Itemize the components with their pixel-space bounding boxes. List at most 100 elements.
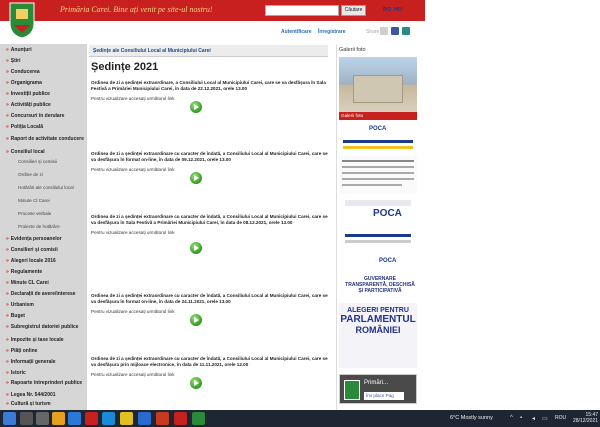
system-clock[interactable]: 15:47 28/12/2021 — [573, 412, 598, 424]
meeting-entry: Ordinea de zi a ședinței extraordinare c… — [91, 293, 328, 314]
chevron-right-icon: » — [6, 280, 9, 286]
open-link-button[interactable] — [190, 172, 202, 184]
sidebar-item-consiliul-local[interactable]: » Consiliul local — [6, 149, 45, 156]
tray-chevron-icon[interactable]: ^ — [510, 415, 513, 421]
sidebar-item-stiri[interactable]: » Știri — [6, 58, 21, 65]
subitem-proiecte[interactable]: Proiecte de hotărâre — [18, 224, 60, 229]
meeting-entry: Ordinea de zi a ședinței extraordinare, … — [91, 80, 328, 101]
battery-icon[interactable]: ▭ — [542, 415, 548, 422]
chevron-right-icon: » — [6, 136, 9, 142]
store-icon[interactable] — [68, 412, 81, 425]
powerpoint-icon[interactable] — [156, 412, 169, 425]
sidebar-item-consilieri[interactable]: » Consilieri și comisii — [6, 247, 58, 254]
meeting-entry: Ordinea de zi a ședinței extraordinare c… — [91, 151, 328, 172]
gallery-photo[interactable] — [339, 57, 417, 112]
sidebar-item-concursuri[interactable]: » Concursuri în derulare — [6, 113, 64, 120]
sidebar-item-urbanism[interactable]: » Urbanism — [6, 302, 34, 309]
page-title: Ședințe 2021 — [91, 61, 159, 73]
open-link-button[interactable] — [190, 377, 202, 389]
chrome-icon[interactable] — [120, 412, 133, 425]
subitem-procese-verbale[interactable]: Procese verbale — [18, 211, 51, 216]
fb-page-name[interactable]: Primări... — [364, 380, 388, 386]
acrobat-icon[interactable] — [174, 412, 187, 425]
social-share-icon[interactable] — [402, 27, 410, 35]
subitem-minute[interactable]: Minute Cl Carei — [18, 198, 50, 203]
welcome-banner: Primăria Carei. Bine ați venit pe site-u… — [60, 5, 213, 14]
search-input[interactable] — [265, 5, 339, 16]
subitem-consilieri[interactable]: Consilieri și comisii — [18, 159, 57, 164]
access-label: Pentru vizualizare accesați următorul li… — [91, 96, 175, 101]
chevron-right-icon: » — [6, 69, 9, 75]
file-explorer-icon[interactable] — [52, 412, 65, 425]
sidebar-item-declaratii[interactable]: » Declarații de avere/interese — [6, 291, 76, 298]
sidebar-item-politia[interactable]: » Poliția Locală — [6, 124, 43, 131]
sidebar-item-alegeri[interactable]: » Alegeri locale 2016 — [6, 258, 56, 265]
facebook-page-widget[interactable]: Primări... Îmi place Pag — [339, 374, 417, 404]
poca-banner[interactable]: POCA — [339, 122, 417, 154]
poca-logo: POCA — [369, 126, 387, 132]
vivaldi-icon[interactable] — [85, 412, 98, 425]
chevron-right-icon: » — [6, 291, 9, 297]
sidebar-item-investitii[interactable]: » Investiții publice — [6, 91, 50, 98]
open-link-button[interactable] — [190, 101, 202, 113]
meeting-entry: Ordinea de zi a ședinței extraordinare c… — [91, 214, 328, 235]
open-link-button[interactable] — [190, 314, 202, 326]
login-link[interactable]: Autentificare — [281, 29, 312, 35]
sidebar-item-istoric[interactable]: » Istoric — [6, 370, 26, 377]
elections-banner[interactable]: ALEGERI PENTRU PARLAMENTUL ROMÂNIEI — [339, 303, 417, 368]
poca-project-banner[interactable]: POCA — [339, 196, 417, 251]
chevron-right-icon: » — [6, 269, 9, 275]
meeting-text: Ordinea de zi a ședinței extraordinare c… — [91, 293, 328, 304]
share-label: Share — [366, 29, 380, 35]
info-notice-banner[interactable] — [339, 156, 417, 194]
sidebar-item-anunturi[interactable]: » Anunțuri — [6, 47, 32, 54]
sidebar-item-activitati[interactable]: » Activități publice — [6, 102, 51, 109]
register-link[interactable]: Înregistrare — [318, 29, 346, 35]
sidebar-item-organigrama[interactable]: » Organigrama — [6, 80, 42, 87]
edge-icon[interactable] — [102, 412, 115, 425]
lang-hu-link[interactable]: HU — [394, 7, 402, 13]
sidebar-item-rapoarte[interactable]: » Rapoarte întreprinderi publice — [6, 380, 84, 387]
sidebar-item-conducerea[interactable]: » Conducerea — [6, 69, 40, 76]
chevron-right-icon: » — [6, 313, 9, 319]
sidebar-item-raport[interactable]: » Raport de activitate conducere — [6, 136, 84, 143]
network-icon[interactable]: ▪ — [520, 415, 522, 421]
facebook-share-icon[interactable] — [391, 27, 399, 35]
share-icon[interactable] — [380, 27, 388, 35]
chevron-right-icon: » — [6, 401, 9, 407]
sidebar-item-informatii[interactable]: » Informații generale — [6, 359, 56, 366]
search-icon[interactable] — [20, 412, 33, 425]
subitem-ordine-de-zi[interactable]: Ordine de zi — [18, 172, 43, 177]
input-language[interactable]: ROU — [555, 415, 566, 421]
lang-ro-link[interactable]: RO — [383, 7, 391, 13]
sidebar-item-impozite[interactable]: » Impozite și taxe locale — [6, 337, 64, 344]
chevron-right-icon: » — [6, 80, 9, 86]
open-link-button[interactable] — [190, 242, 202, 254]
sidebar-item-subregistrul[interactable]: » Subregistrul datoriei publice — [6, 324, 84, 331]
gallery-caption[interactable]: Galerii foto — [339, 112, 417, 120]
windows-taskbar: 6°C Mostly sunny ^ ▪ ◂ ▭ ROU 15:47 28/12… — [0, 410, 600, 427]
chevron-right-icon: » — [6, 47, 9, 53]
app-icon[interactable] — [192, 412, 205, 425]
sidebar-item-regulamente[interactable]: » Regulamente — [6, 269, 42, 276]
subitem-hotarari[interactable]: Hotărâri ale consiliului local — [18, 185, 74, 190]
sidebar-item-plati[interactable]: » Plăți online — [6, 348, 37, 355]
sidebar-item-cultura[interactable]: » Cultură și turism — [6, 401, 51, 408]
clock-date: 28/12/2021 — [573, 418, 599, 424]
weather-widget[interactable]: 6°C Mostly sunny — [450, 415, 493, 421]
fb-like-button[interactable]: Îmi place Pag — [364, 392, 404, 400]
meeting-text: Ordinea de zi a ședinței extraordinare c… — [91, 151, 328, 162]
city-crest-logo[interactable] — [8, 1, 36, 39]
task-view-icon[interactable] — [36, 412, 49, 425]
sidebar-item-buget[interactable]: » Buget — [6, 313, 25, 320]
sidebar-item-legea[interactable]: » Legea Nr. 544/2001 — [6, 392, 56, 399]
sidebar-item-minute[interactable]: » Minute CL Carei — [6, 280, 49, 287]
volume-icon[interactable]: ◂ — [532, 415, 535, 422]
search-button[interactable]: Căutare — [341, 5, 366, 16]
sidebar-item-evidenta[interactable]: » Evidența persoanelor — [6, 236, 62, 243]
word-icon[interactable] — [138, 412, 151, 425]
meeting-text: Ordinea de zi a ședinței extraordinare c… — [91, 214, 328, 225]
windows-start-icon[interactable] — [3, 412, 16, 425]
transparent-governance-banner[interactable]: POCA GUVERNARE TRANSPARENTĂ, DESCHISĂ ȘI… — [339, 256, 417, 302]
chevron-right-icon: » — [6, 102, 9, 108]
